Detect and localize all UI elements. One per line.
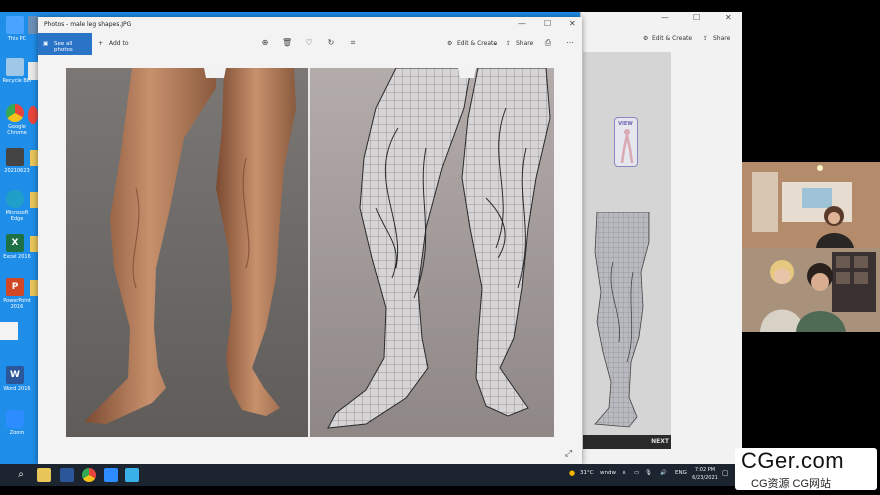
file-explorer-icon[interactable] xyxy=(37,468,51,482)
edit-create-button[interactable]: Edit & Create xyxy=(652,35,692,42)
add-to-button[interactable]: Add to xyxy=(109,40,129,47)
edit-create-icon: ⚙ xyxy=(447,40,453,47)
recycle-bin-icon xyxy=(6,58,24,76)
word-taskbar-icon[interactable] xyxy=(60,468,74,482)
share-button[interactable]: Share xyxy=(516,40,533,47)
zoom-icon[interactable]: ⊕ xyxy=(260,38,270,48)
chevron-up-icon[interactable]: ∧ xyxy=(622,470,626,476)
rotate-icon[interactable]: ↻ xyxy=(326,38,336,48)
weather-text: wndw xyxy=(600,470,616,476)
computer-icon xyxy=(6,16,24,34)
minimize-icon[interactable]: — xyxy=(518,19,526,28)
share-icon: ⇪ xyxy=(506,40,512,47)
document-icon[interactable] xyxy=(0,322,18,340)
share-button[interactable]: Share xyxy=(713,35,730,42)
delete-icon[interactable]: 🗑 xyxy=(282,38,292,48)
desktop-icon-partial[interactable] xyxy=(28,16,38,34)
desktop-icon-partial[interactable] xyxy=(28,106,38,124)
desktop-icon-word[interactable]: W Word 2016 xyxy=(2,366,38,410)
desktop-icon-partial[interactable] xyxy=(30,280,38,296)
zoom-taskbar-icon[interactable] xyxy=(104,468,118,482)
share-icon: ⇪ xyxy=(703,35,709,42)
webcam-feed-2 xyxy=(742,248,880,332)
edge-icon xyxy=(6,190,24,208)
screen: This PC Recycle Bin Google Chrome 202106… xyxy=(0,0,880,495)
close-icon[interactable]: ✕ xyxy=(725,13,732,22)
powerpoint-icon: P xyxy=(6,278,24,296)
weather-temp[interactable]: 31°C xyxy=(580,470,594,476)
photos-window: Photos - male leg shapes.JPG — ☐ ✕ ▣ See… xyxy=(38,17,582,465)
zoom-icon xyxy=(6,410,24,428)
next-bar[interactable]: NEXT xyxy=(583,435,671,449)
see-all-photos-button[interactable]: ▣ See all photos xyxy=(38,33,92,55)
figure-icon xyxy=(620,129,634,164)
edit-create-icon: ⚙ xyxy=(643,35,649,42)
photo-viewer-image xyxy=(66,68,554,437)
photos-icon: ▣ xyxy=(43,41,49,47)
chrome-taskbar-icon[interactable] xyxy=(82,468,96,482)
clock[interactable]: 7:02 PM 6/23/2021 xyxy=(690,466,720,482)
microphone-icon[interactable]: 🎙 xyxy=(645,470,652,476)
photos-taskbar-icon[interactable] xyxy=(125,468,139,482)
background-toolbar: ⚙ Edit & Create ⇪ Share xyxy=(581,30,743,48)
wireframe-leg-image xyxy=(594,212,650,428)
photos-toolbar: ▣ See all photos + Add to ⊕ 🗑 ♡ ↻ ⌗ ⚙ Ed… xyxy=(38,33,582,55)
add-icon: + xyxy=(98,40,104,47)
desktop-icon-zoom[interactable]: Zoom xyxy=(2,410,38,454)
more-options-icon[interactable]: ⋯ xyxy=(565,38,575,48)
minimize-icon[interactable]: — xyxy=(661,13,669,22)
desktop-icon-partial[interactable] xyxy=(30,236,38,252)
reference-image: VIEW xyxy=(583,52,671,448)
fullscreen-icon[interactable]: ⤢ xyxy=(565,449,572,459)
crop-icon[interactable]: ⌗ xyxy=(348,38,358,48)
language-indicator[interactable]: ENG xyxy=(675,470,687,476)
watermark: CGer.com CG资源 CG网站 xyxy=(735,448,877,490)
desktop-icon-partial[interactable] xyxy=(30,150,38,166)
taskbar: ⌕ ● 31°C wndw ∧ ▭ 🎙 🔊 ENG 7:02 PM 6/23/2… xyxy=(0,464,742,486)
male-leg-shapes-image xyxy=(66,68,554,437)
search-icon[interactable]: ⌕ xyxy=(14,468,28,482)
media-file-icon xyxy=(6,148,24,166)
edit-create-button[interactable]: Edit & Create xyxy=(457,40,497,47)
close-icon[interactable]: ✕ xyxy=(569,19,576,28)
webcam-video xyxy=(742,248,880,332)
favorite-icon[interactable]: ♡ xyxy=(304,38,314,48)
word-icon: W xyxy=(6,366,24,384)
print-icon[interactable]: ⎙ xyxy=(543,38,553,48)
notifications-icon[interactable]: ▢ xyxy=(722,469,729,477)
view-badge: VIEW xyxy=(614,117,638,167)
title-bar: Photos - male leg shapes.JPG — ☐ ✕ xyxy=(38,17,582,33)
weather-icon: ● xyxy=(569,469,576,477)
maximize-icon[interactable]: ☐ xyxy=(544,19,551,28)
excel-icon: X xyxy=(6,234,24,252)
webcam-video xyxy=(742,162,880,248)
background-window: — ☐ ✕ ⚙ Edit & Create ⇪ Share VIEW NEXT xyxy=(580,12,742,464)
maximize-icon[interactable]: ☐ xyxy=(693,13,700,22)
webcam-feed-1 xyxy=(742,162,880,248)
desktop-icon-partial[interactable] xyxy=(30,192,38,208)
volume-icon[interactable]: 🔊 xyxy=(660,470,667,476)
chevron-down-icon: ⌄ xyxy=(493,40,499,47)
network-icon[interactable]: ▭ xyxy=(634,470,639,476)
window-title: Photos - male leg shapes.JPG xyxy=(44,21,132,28)
chrome-icon xyxy=(6,104,24,122)
desktop-icon-partial[interactable] xyxy=(28,62,38,80)
